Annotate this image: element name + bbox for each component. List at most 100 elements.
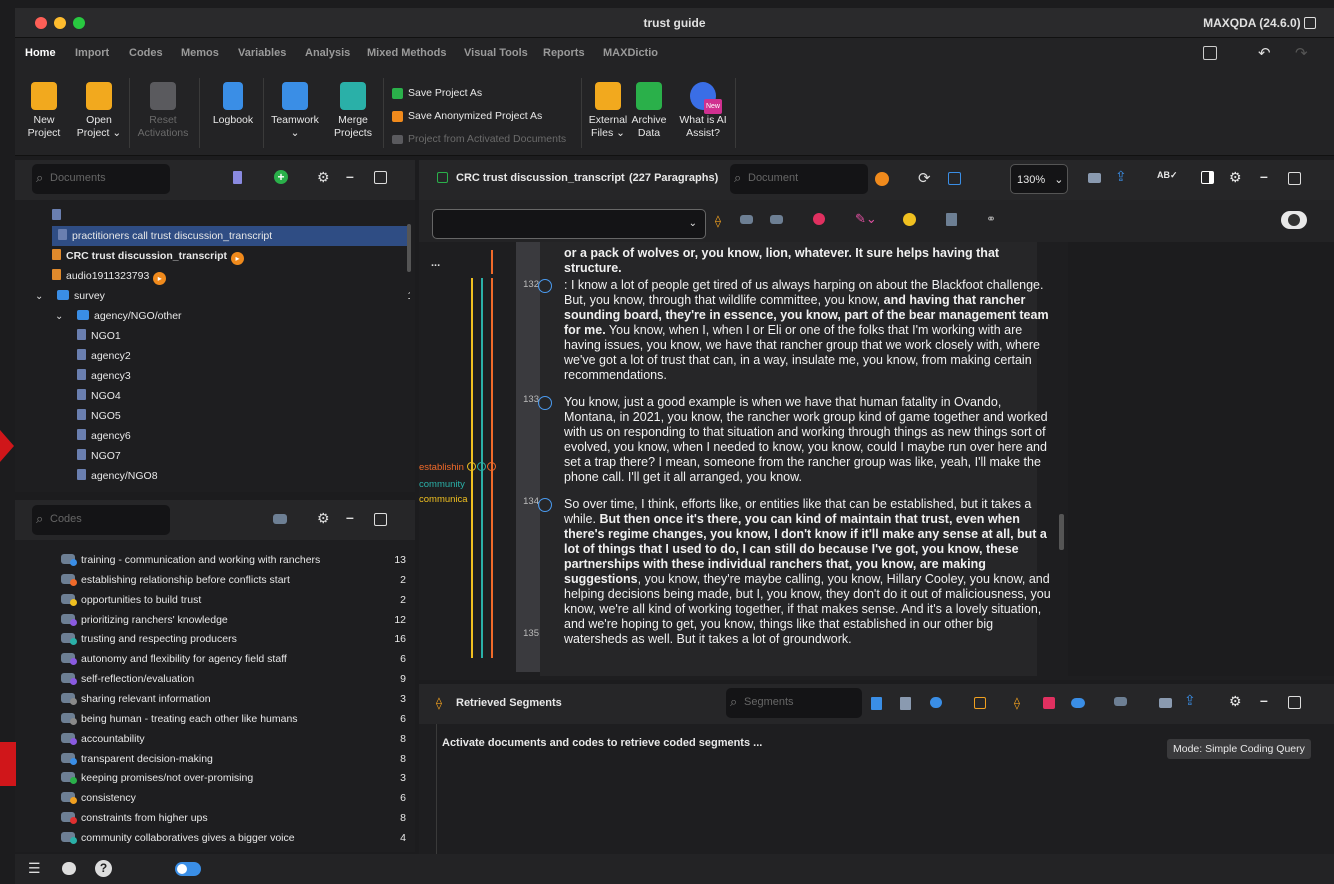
margin-label-community[interactable]: community [419, 479, 465, 490]
open-project-button[interactable]: Open Project ⌄ [75, 82, 123, 140]
documents-icon[interactable] [233, 171, 242, 184]
document-tree-row[interactable]: ⌄ survey 185 [35, 286, 410, 306]
code-filter-icon[interactable]: ⟠ [1014, 696, 1020, 710]
document-tree-row[interactable]: NGO54 [35, 406, 410, 426]
stripe-node[interactable] [487, 462, 496, 471]
teamwork-button[interactable]: Teamwork ⌄ [267, 82, 323, 140]
document-tree-row[interactable]: CRC trust discussion_transcript▸67 [35, 246, 410, 266]
code-tree-row[interactable]: opportunities to build trust 2 [61, 590, 406, 610]
documents-scrollbar[interactable] [407, 224, 411, 272]
favorite-filter-icon[interactable] [900, 697, 911, 710]
minimize-panel-icon[interactable]: – [346, 168, 354, 184]
code-tree-row[interactable]: training - communication and working wit… [61, 550, 406, 570]
code-tree-row[interactable]: transparent decision-making 8 [61, 749, 406, 769]
add-document-icon[interactable]: + [274, 170, 288, 184]
redo-icon[interactable]: ↷ [1295, 44, 1308, 62]
code-tree-row[interactable]: accountability 8 [61, 729, 406, 749]
document-tree-row[interactable]: NGO74 [35, 446, 410, 466]
mode-toggle[interactable] [175, 862, 201, 876]
code-tree-row[interactable]: autonomy and flexibility for agency fiel… [61, 649, 406, 669]
code-with-last-code-icon[interactable] [770, 215, 783, 224]
code-tree-row[interactable]: sharing relevant information 3 [61, 689, 406, 709]
export-icon[interactable]: ⇪ [1115, 168, 1127, 185]
code-select-dropdown[interactable]: ⌄ [432, 209, 706, 239]
gear-icon[interactable]: ⚙ [317, 169, 330, 186]
print-icon[interactable] [1088, 173, 1101, 183]
code-tree-row[interactable]: being human - treating each other like h… [61, 709, 406, 729]
new-code-icon[interactable] [273, 514, 287, 524]
highlighter-icon[interactable]: ✎⌄ [855, 211, 877, 227]
add-code-icon[interactable] [1114, 697, 1127, 706]
documents-search-input[interactable]: Documents [32, 164, 170, 194]
code-tree-row[interactable]: consistency 6 [61, 788, 406, 808]
minimize-panel-icon[interactable]: – [346, 509, 354, 525]
tab-reports[interactable]: Reports [543, 47, 585, 59]
document-tree-row[interactable]: agency64 [35, 426, 410, 446]
code-tree-row[interactable]: keeping promises/not over-promising 3 [61, 768, 406, 788]
calculator-icon[interactable] [1203, 46, 1217, 60]
undo-icon[interactable]: ↶ [1258, 44, 1271, 62]
image-icon[interactable] [948, 172, 961, 185]
tab-codes[interactable]: Codes [129, 47, 163, 59]
segments-search-input[interactable]: Segments [726, 688, 862, 718]
refresh-icon[interactable]: ⟳ [918, 169, 931, 187]
undock-panel-icon[interactable] [374, 513, 387, 526]
gear-icon[interactable]: ⚙ [1229, 169, 1242, 186]
play-media-icon[interactable] [875, 172, 889, 186]
document-tree-row[interactable]: agency34 [35, 366, 410, 386]
archive-data-button[interactable]: Archive Data [629, 82, 669, 140]
chat-icon[interactable] [62, 862, 76, 875]
smiley-icon[interactable] [903, 213, 916, 226]
new-project-button[interactable]: New Project [21, 82, 67, 140]
code-tree-row[interactable]: prioritizing ranchers' knowledge 12 [61, 610, 406, 630]
sliders-icon[interactable]: ☰ [28, 860, 41, 877]
tab-import[interactable]: Import [75, 47, 109, 59]
chevron-down-icon[interactable]: ⌄ [55, 307, 67, 327]
document-tree-row[interactable]: NGO14 [35, 326, 410, 346]
document-scrollbar[interactable] [1059, 514, 1064, 550]
code-tree-row[interactable]: trusting and respecting producers 16 [61, 629, 406, 649]
chevron-down-icon[interactable]: ⌄ [35, 287, 47, 307]
edit-mode-icon[interactable] [437, 172, 448, 183]
memo-icon[interactable] [946, 213, 957, 226]
save-anonymized-button[interactable]: Save Anonymized Project As [392, 110, 542, 122]
document-tree-row[interactable]: 8 [35, 206, 410, 226]
sidebar-toggle-icon[interactable] [1201, 171, 1214, 184]
document-tree-row[interactable]: agency/NGO84 [35, 466, 410, 486]
timestamp-icon[interactable] [538, 498, 552, 512]
document-tree-row[interactable]: NGO44 [35, 386, 410, 406]
play-icon[interactable]: ▸ [153, 272, 167, 285]
display-toggle[interactable] [1281, 211, 1307, 229]
code-with-new-code-icon[interactable] [740, 215, 753, 224]
document-tree-row[interactable]: agency24 [35, 346, 410, 366]
save-project-as-button[interactable]: Save Project As [392, 87, 482, 99]
play-icon[interactable]: ▸ [231, 252, 245, 265]
comment-icon[interactable] [930, 697, 942, 708]
color-filter-icon[interactable] [1043, 697, 1055, 709]
ai-assist-button[interactable]: New What is AI Assist? [675, 82, 731, 140]
code-tree-row[interactable]: establishing relationship before conflic… [61, 570, 406, 590]
link-icon[interactable]: ⚭ [986, 212, 996, 226]
external-files-button[interactable]: External Files ⌄ [585, 82, 631, 140]
export-icon[interactable]: ⇪ [1184, 692, 1196, 709]
tab-variables[interactable]: Variables [238, 47, 286, 59]
tab-maxdictio[interactable]: MAXDictio [603, 47, 658, 59]
tab-mixed-methods[interactable]: Mixed Methods [367, 47, 446, 59]
timestamp-icon[interactable] [538, 396, 552, 410]
tab-home[interactable]: Home [25, 47, 56, 59]
document-tree-row[interactable]: ⌄agency/NGO/other64 [35, 306, 410, 326]
logbook-button[interactable]: Logbook [207, 82, 259, 127]
stripe-node[interactable] [467, 462, 476, 471]
minimize-panel-icon[interactable]: – [1260, 168, 1268, 184]
tab-memos[interactable]: Memos [181, 47, 219, 59]
document-tree-row[interactable]: practitioners call trust discussion_tran… [52, 226, 410, 246]
document-tree-row[interactable]: audio1911323793▸0 [35, 266, 410, 286]
code-icon[interactable]: ⟠ [715, 214, 721, 228]
tab-visual-tools[interactable]: Visual Tools [464, 47, 528, 59]
undock-panel-icon[interactable] [1288, 696, 1301, 709]
undock-panel-icon[interactable] [374, 171, 387, 184]
zoom-select[interactable]: 130% ⌄ [1010, 164, 1068, 194]
merge-projects-button[interactable]: Merge Projects [329, 82, 377, 140]
codes-search-input[interactable]: Codes [32, 505, 170, 535]
emoticode-icon[interactable] [813, 213, 825, 225]
